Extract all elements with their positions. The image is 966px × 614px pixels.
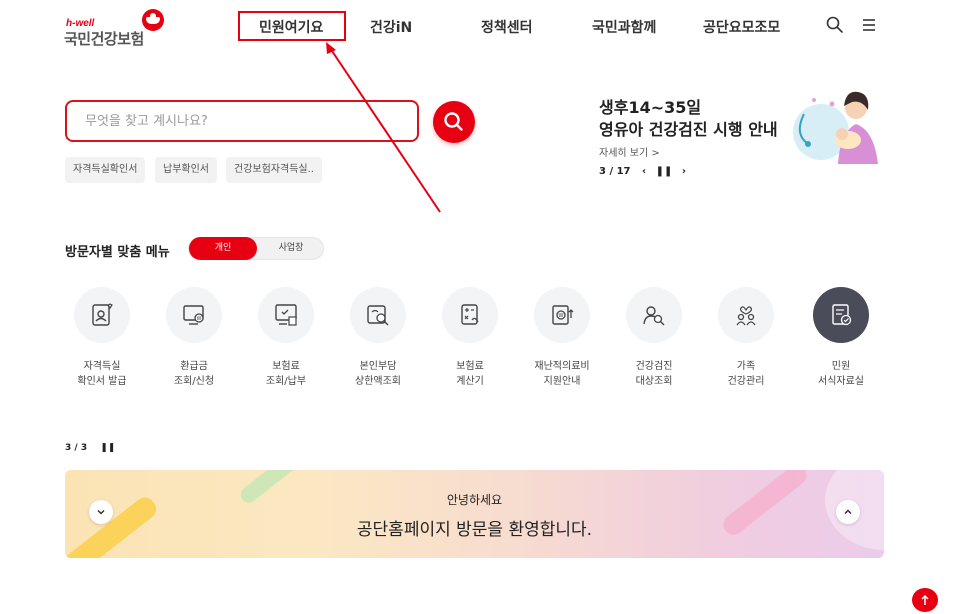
menu-item-checkup-target[interactable]: 건강검진 대상조회 bbox=[608, 287, 700, 397]
svg-text:W: W bbox=[197, 316, 202, 322]
search-icon[interactable] bbox=[825, 15, 845, 35]
bill-icon bbox=[258, 287, 314, 343]
search-box bbox=[65, 100, 419, 142]
menu-item-premium-calculator[interactable]: 보험료 계산기 bbox=[424, 287, 516, 397]
menu-item-premium-payment[interactable]: 보험료 조회/납부 bbox=[240, 287, 332, 397]
menu-item-label: 재난적의료비 지원안내 bbox=[534, 361, 590, 387]
nav-highlight-box bbox=[238, 11, 346, 41]
promo-pause-icon[interactable]: ❚❚ bbox=[100, 443, 115, 453]
menu-item-qualification-certificate[interactable]: 자격득실 확인서 발급 bbox=[56, 287, 148, 397]
logo[interactable]: h-well 국민건강보험 bbox=[64, 8, 174, 48]
document-check-icon bbox=[813, 287, 869, 343]
family-icon bbox=[718, 287, 774, 343]
search-input[interactable] bbox=[85, 110, 395, 132]
chevron-down-icon[interactable] bbox=[89, 500, 113, 524]
custom-menu-title: 방문자별 맞춤 메뉴 bbox=[65, 245, 170, 260]
menu-item-label: 건강검진 대상조회 bbox=[635, 361, 673, 387]
scroll-top-button[interactable] bbox=[912, 588, 938, 612]
quick-chip-payment[interactable]: 납부확인서 bbox=[155, 157, 217, 183]
toggle-personal[interactable]: 개인 bbox=[189, 237, 257, 260]
nav-policy-center[interactable]: 정책센터 bbox=[481, 17, 533, 37]
quick-chip-qualification[interactable]: 자격득실확인서 bbox=[65, 157, 146, 183]
promo-pager-count: 3 / 3 bbox=[65, 443, 88, 453]
menu-item-family-health[interactable]: 가족 건강관리 bbox=[700, 287, 792, 397]
banner-title[interactable]: 생후14~35일 영유아 건강검진 시행 안내 bbox=[599, 97, 778, 141]
search-button[interactable] bbox=[433, 101, 475, 143]
banner-title-line1: 생후14~35일 bbox=[599, 98, 702, 117]
id-card-icon bbox=[74, 287, 130, 343]
visitor-type-toggle: 개인 사업장 bbox=[188, 237, 324, 260]
menu-item-catastrophic-medical-support[interactable]: W 재난적의료비 지원안내 bbox=[516, 287, 608, 397]
menu-item-label: 민원 서식자료실 bbox=[818, 361, 864, 387]
banner-pause-icon[interactable]: ❚❚ bbox=[656, 166, 673, 177]
svg-text:W: W bbox=[559, 313, 564, 319]
arrow-up-icon bbox=[921, 594, 929, 605]
search-card-icon bbox=[350, 287, 406, 343]
menu-item-refund[interactable]: W 환급금 조회/신청 bbox=[148, 287, 240, 397]
calculator-icon bbox=[442, 287, 498, 343]
banner-pager: 3 / 17 bbox=[599, 166, 631, 177]
menu-item-copayment-limit[interactable]: 본인부담 상한액조회 bbox=[332, 287, 424, 397]
people-search-icon bbox=[626, 287, 682, 343]
banner-prev-icon[interactable]: ‹ bbox=[642, 166, 646, 177]
menu-item-label: 보험료 조회/납부 bbox=[265, 361, 307, 387]
banner-title-line2: 영유아 건강검진 시행 안내 bbox=[599, 120, 778, 139]
promo-pager: 3 / 3 ❚❚ bbox=[65, 443, 115, 453]
menu-icon[interactable] bbox=[859, 15, 879, 35]
welcome-message: 공단홈페이지 방문을 환영합니다. bbox=[356, 520, 593, 540]
logo-name: 국민건강보험 bbox=[64, 30, 144, 48]
monitor-won-icon: W bbox=[166, 287, 222, 343]
search-button-icon bbox=[444, 112, 463, 131]
quick-chip-insurance-qualification[interactable]: 건강보험자격득실.. bbox=[226, 157, 322, 183]
banner-controls: 3 / 17 ‹ ❚❚ › bbox=[599, 166, 686, 177]
banner-next-icon[interactable]: › bbox=[682, 166, 686, 177]
menu-item-label: 자격득실 확인서 발급 bbox=[77, 361, 127, 387]
nav-health-in[interactable]: 건강iN bbox=[370, 17, 412, 37]
nav-with-people[interactable]: 국민과함께 bbox=[592, 17, 656, 37]
banner-illustration bbox=[786, 84, 886, 170]
menu-item-label: 본인부담 상한액조회 bbox=[355, 361, 401, 387]
menu-item-label: 가족 건강관리 bbox=[727, 361, 765, 387]
menu-item-label: 환급금 조회/신청 bbox=[173, 361, 215, 387]
toggle-business[interactable]: 사업장 bbox=[257, 237, 325, 260]
medical-support-icon: W bbox=[534, 287, 590, 343]
menu-item-form-library[interactable]: 민원 서식자료실 bbox=[795, 287, 887, 397]
menu-item-label: 보험료 계산기 bbox=[456, 361, 484, 387]
logo-mark-icon bbox=[142, 9, 164, 31]
nav-about-corp[interactable]: 공단요모조모 bbox=[703, 17, 780, 37]
welcome-greeting: 안녕하세요 bbox=[446, 493, 503, 507]
welcome-banner: 안녕하세요 공단홈페이지 방문을 환영합니다. bbox=[65, 470, 884, 558]
banner-more-link[interactable]: 자세히 보기 > bbox=[599, 144, 660, 159]
chevron-up-icon[interactable] bbox=[836, 500, 860, 524]
